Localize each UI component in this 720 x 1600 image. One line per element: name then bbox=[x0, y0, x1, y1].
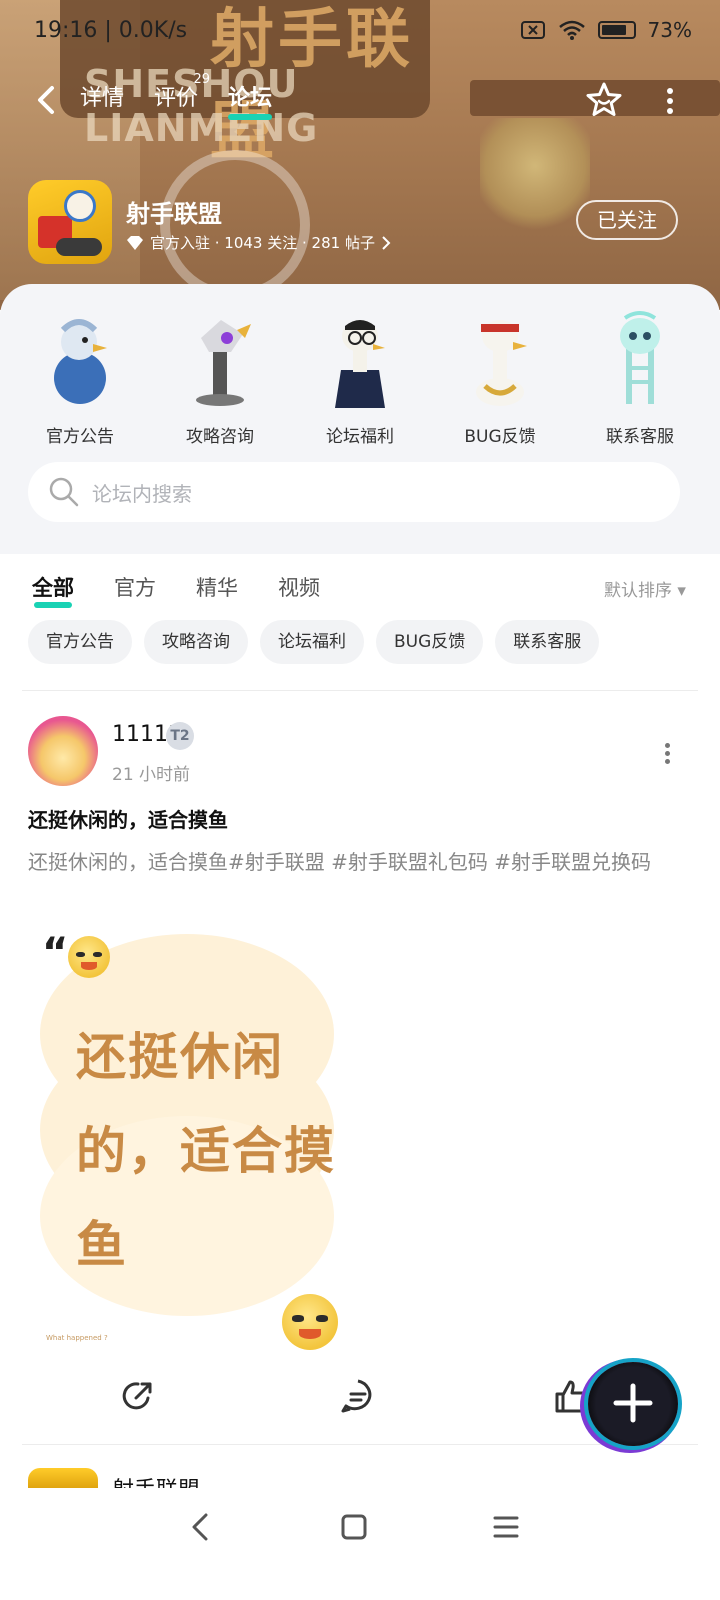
goose-glasses-avatar-icon bbox=[335, 320, 385, 408]
emoji-sticker-icon bbox=[68, 936, 110, 978]
image-caption: What happened ? bbox=[46, 1334, 108, 1342]
battery-percent: 73% bbox=[647, 18, 692, 42]
filter-label: 精华 bbox=[196, 576, 238, 600]
more-options-icon[interactable] bbox=[660, 84, 680, 118]
game-icon[interactable] bbox=[28, 180, 112, 264]
category-chips: 官方公告 攻略咨询 论坛福利 BUG反馈 联系客服 bbox=[28, 620, 600, 664]
divider bbox=[22, 1444, 698, 1445]
status-bar: 19:16 | 0.0K/s 73% bbox=[0, 16, 720, 50]
search-placeholder: 论坛内搜索 bbox=[92, 482, 192, 506]
back-icon[interactable] bbox=[30, 80, 66, 120]
post-body[interactable]: 还挺休闲的，适合摸鱼#射手联盟 #射手联盟礼包码 #射手联盟兑换码 bbox=[28, 844, 692, 880]
search-icon bbox=[49, 477, 79, 507]
category-label: 论坛福利 bbox=[326, 427, 394, 447]
filter-label: 全部 bbox=[32, 576, 74, 600]
filter-all[interactable]: 全部 bbox=[32, 572, 74, 608]
status-time: 19:16 | 0.0K/s bbox=[34, 18, 188, 43]
tab-reviews[interactable]: 评价 29 bbox=[154, 72, 210, 120]
chip-customer-service[interactable]: 联系客服 bbox=[495, 620, 600, 664]
wifi-icon bbox=[558, 20, 585, 40]
top-tabs: 详情 评价 29 论坛 bbox=[80, 72, 273, 120]
sim-off-icon bbox=[520, 21, 545, 39]
category-forum-benefits[interactable]: 论坛福利 bbox=[310, 308, 410, 447]
like-icon[interactable] bbox=[552, 1376, 592, 1416]
category-label: 联系客服 bbox=[606, 427, 674, 447]
filter-label: 官方 bbox=[114, 576, 156, 600]
plus-icon bbox=[613, 1383, 653, 1423]
game-title: 射手联盟 bbox=[126, 200, 222, 228]
robot-pigeon-avatar-icon bbox=[196, 320, 251, 406]
top-nav: 详情 评价 29 论坛 bbox=[0, 72, 720, 130]
system-menu-icon[interactable] bbox=[492, 1512, 520, 1542]
status-icons: 73% bbox=[520, 18, 692, 42]
category-official-announcement[interactable]: 官方公告 bbox=[30, 308, 130, 447]
filter-video[interactable]: 视频 bbox=[278, 572, 320, 602]
battery-icon bbox=[597, 21, 636, 39]
avatar[interactable] bbox=[28, 716, 98, 786]
reviews-count: 29 bbox=[193, 72, 211, 87]
system-back-icon[interactable] bbox=[186, 1512, 214, 1542]
game-meta-text: 官方入驻 · 1043 关注 · 281 帖子 bbox=[150, 234, 375, 252]
image-headline: 还挺休闲的，适合摸鱼 bbox=[76, 1028, 336, 1274]
level-badge: T2 bbox=[166, 722, 194, 750]
filter-active-indicator bbox=[34, 602, 72, 608]
favorite-star-icon[interactable] bbox=[584, 80, 624, 120]
filter-official[interactable]: 官方 bbox=[114, 572, 156, 602]
post-time: 21 小时前 bbox=[112, 765, 191, 785]
filter-featured[interactable]: 精华 bbox=[196, 572, 238, 602]
tab-forum[interactable]: 论坛 bbox=[228, 80, 273, 120]
chip-official-announcement[interactable]: 官方公告 bbox=[28, 620, 132, 664]
create-post-button[interactable] bbox=[588, 1362, 678, 1446]
pigeon-avatar-icon bbox=[54, 319, 107, 404]
forum-page: 射手联盟 SHESHOU LIANMENG 19:16 | 0.0K/s 73%… bbox=[0, 0, 720, 1600]
category-label: 官方公告 bbox=[46, 427, 114, 447]
comment-icon[interactable] bbox=[338, 1376, 378, 1416]
tab-reviews-label: 评价 bbox=[154, 86, 199, 111]
post-more-icon[interactable] bbox=[662, 740, 672, 770]
filter-label: 视频 bbox=[278, 576, 320, 600]
tab-active-indicator bbox=[228, 114, 273, 120]
chip-bug-report[interactable]: BUG反馈 bbox=[376, 620, 484, 664]
divider bbox=[22, 690, 698, 691]
category-row: 官方公告 攻略咨询 论坛福利 BUG反馈 联系客服 bbox=[0, 308, 720, 447]
goose-headband-avatar-icon bbox=[476, 320, 527, 406]
tab-forum-label: 论坛 bbox=[228, 86, 273, 111]
category-label: BUG反馈 bbox=[464, 427, 536, 447]
emoji-sticker-icon bbox=[282, 1294, 338, 1350]
tab-details-label: 详情 bbox=[80, 86, 125, 111]
chip-strategy[interactable]: 攻略咨询 bbox=[144, 620, 248, 664]
share-icon[interactable] bbox=[118, 1376, 158, 1416]
quote-mark-icon: “ bbox=[42, 930, 69, 976]
category-label: 攻略咨询 bbox=[186, 427, 254, 447]
official-diamond-icon bbox=[127, 235, 143, 250]
chip-forum-benefits[interactable]: 论坛福利 bbox=[260, 620, 364, 664]
follow-button[interactable]: 已关注 bbox=[576, 200, 678, 240]
post-title[interactable]: 还挺休闲的，适合摸鱼 bbox=[28, 804, 228, 833]
ghost-goose-avatar-icon bbox=[620, 311, 660, 404]
category-customer-service[interactable]: 联系客服 bbox=[590, 308, 690, 447]
feed-filter-tabs: 全部 官方 精华 视频 bbox=[32, 572, 320, 608]
post-image[interactable]: “ 还挺休闲的，适合摸鱼 What happened ? bbox=[28, 930, 348, 1350]
chevron-right-icon bbox=[382, 235, 391, 250]
category-panel: 官方公告 攻略咨询 论坛福利 BUG反馈 联系客服 论坛内搜索 bbox=[0, 284, 720, 554]
banner-duck-art bbox=[480, 118, 590, 238]
search-input[interactable]: 论坛内搜索 bbox=[28, 462, 680, 522]
category-strategy[interactable]: 攻略咨询 bbox=[170, 308, 270, 447]
category-bug-report[interactable]: BUG反馈 bbox=[450, 308, 550, 447]
avatar[interactable] bbox=[28, 1468, 98, 1488]
tab-details[interactable]: 详情 bbox=[80, 80, 124, 120]
system-home-icon[interactable] bbox=[340, 1512, 368, 1542]
system-nav-bar bbox=[0, 1488, 720, 1600]
sort-dropdown[interactable]: 默认排序 ▾ bbox=[604, 576, 686, 601]
game-meta[interactable]: 官方入驻 · 1043 关注 · 281 帖子 bbox=[126, 232, 391, 253]
